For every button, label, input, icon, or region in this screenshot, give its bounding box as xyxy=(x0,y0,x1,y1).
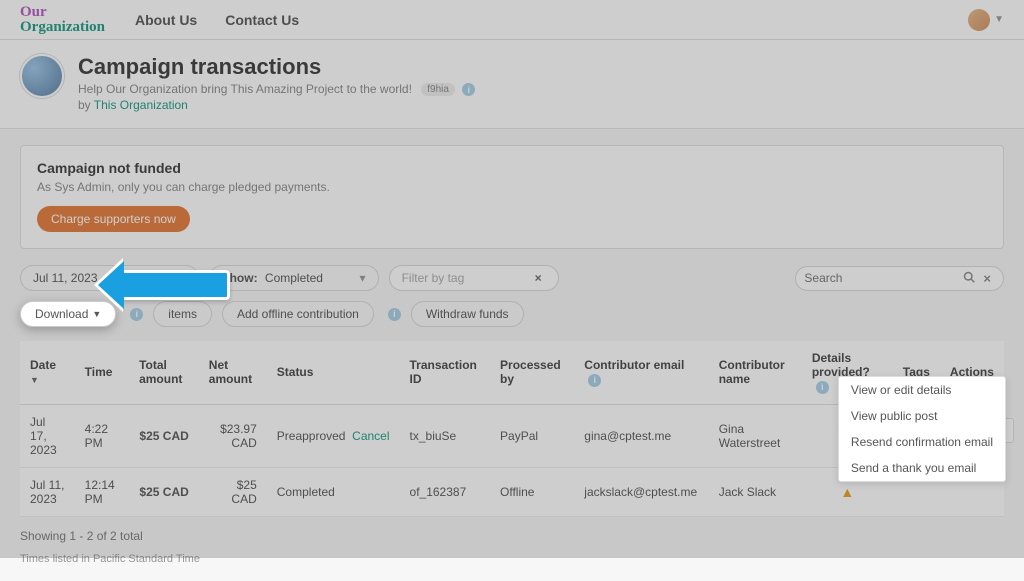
tag-filter[interactable]: Filter by tag× xyxy=(389,265,559,291)
col-email[interactable]: Contributor email i xyxy=(574,341,708,404)
search-icon[interactable] xyxy=(959,271,979,286)
timezone-note: Times listed in Pacific Standard Time xyxy=(20,553,1004,565)
nav-about[interactable]: About Us xyxy=(135,12,197,28)
col-txid[interactable]: Transaction ID xyxy=(400,341,491,404)
clear-tag-icon[interactable]: × xyxy=(531,271,546,285)
tutorial-arrow xyxy=(120,270,230,300)
chevron-down-icon: ▼ xyxy=(994,14,1004,25)
logo[interactable]: Our Organization xyxy=(20,5,105,35)
nav-contact[interactable]: Contact Us xyxy=(225,12,299,28)
col-processed[interactable]: Processed by xyxy=(490,341,574,404)
chevron-down-icon: ▾ xyxy=(360,271,366,285)
charge-supporters-button[interactable]: Charge supporters now xyxy=(37,206,190,232)
warning-icon[interactable]: ▲ xyxy=(840,484,854,500)
info-icon[interactable]: i xyxy=(388,308,401,321)
add-offline-button[interactable]: Add offline contribution xyxy=(222,301,374,327)
info-icon[interactable]: i xyxy=(130,308,143,321)
menu-view-post[interactable]: View public post xyxy=(839,403,1005,429)
action-row: Download ▼ i items Add offline contribut… xyxy=(20,301,1004,327)
alert-title: Campaign not funded xyxy=(37,160,987,176)
top-nav: Our Organization About Us Contact Us ▼ xyxy=(0,0,1024,40)
info-icon[interactable]: i xyxy=(816,381,829,394)
col-net[interactable]: Net amount xyxy=(199,341,267,404)
status-filter-select[interactable]: Show: Completed ▾ xyxy=(209,265,379,291)
alert-text: As Sys Admin, only you can charge pledge… xyxy=(37,180,987,194)
campaign-subtitle: Help Our Organization bring This Amazing… xyxy=(78,82,475,96)
row-actions-dropdown: View or edit details View public post Re… xyxy=(838,376,1006,482)
results-count: Showing 1 - 2 of 2 total xyxy=(20,529,1004,543)
avatar xyxy=(968,9,990,31)
info-icon[interactable]: i xyxy=(462,83,475,96)
page-title: Campaign transactions xyxy=(78,54,475,80)
org-link[interactable]: This Organization xyxy=(94,98,188,112)
not-funded-alert: Campaign not funded As Sys Admin, only y… xyxy=(20,145,1004,249)
clear-search-icon[interactable]: × xyxy=(979,271,995,286)
manage-items-button[interactable]: items xyxy=(153,301,212,327)
search-input[interactable] xyxy=(804,271,959,285)
info-icon[interactable]: i xyxy=(588,374,601,387)
col-time[interactable]: Time xyxy=(75,341,129,404)
menu-view-edit[interactable]: View or edit details xyxy=(839,377,1005,403)
withdraw-funds-button[interactable]: Withdraw funds xyxy=(411,301,524,327)
col-status[interactable]: Status xyxy=(267,341,400,404)
sort-desc-icon: ▼ xyxy=(30,375,39,385)
menu-thank-you[interactable]: Send a thank you email xyxy=(839,455,1005,481)
col-date[interactable]: Date ▼ xyxy=(20,341,75,404)
search-box[interactable]: × xyxy=(795,266,1004,291)
menu-resend-email[interactable]: Resend confirmation email xyxy=(839,429,1005,455)
col-total[interactable]: Total amount xyxy=(129,341,199,404)
cancel-link[interactable]: Cancel xyxy=(352,429,389,443)
user-menu[interactable]: ▼ xyxy=(968,9,1004,31)
campaign-header: Campaign transactions Help Our Organizat… xyxy=(0,40,1024,129)
campaign-image xyxy=(20,54,64,98)
campaign-code-chip: f9hia xyxy=(421,83,455,96)
col-name[interactable]: Contributor name xyxy=(709,341,802,404)
